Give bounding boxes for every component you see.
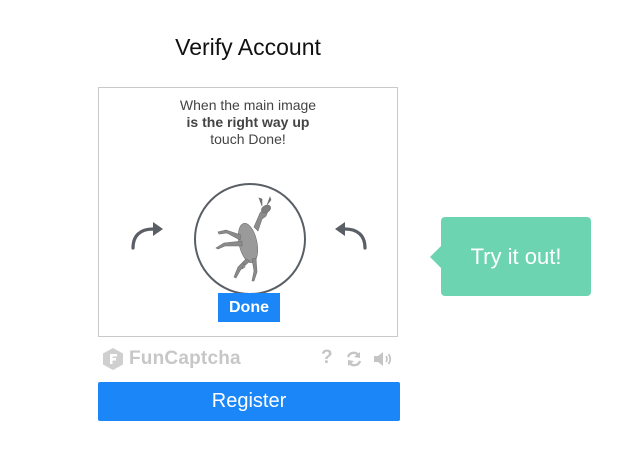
funcaptcha-logo-icon <box>103 348 123 370</box>
try-it-out-tooltip: Try it out! <box>430 217 591 296</box>
rotate-right-button[interactable] <box>331 215 371 255</box>
rotatable-image <box>194 183 306 295</box>
instruction-line-3: touch Done! <box>210 131 286 147</box>
help-icon[interactable]: ? <box>321 347 333 369</box>
rotate-right-arrow-icon <box>335 222 367 250</box>
instruction-line-1: When the main image <box>179 97 317 113</box>
rotate-left-button[interactable] <box>127 215 167 255</box>
captcha-footer: FunCaptcha ? <box>98 345 398 373</box>
reload-icon[interactable] <box>344 349 364 369</box>
tooltip-pointer <box>430 246 441 268</box>
challenge-instructions: When the main image is the right way up … <box>99 97 397 148</box>
done-button[interactable]: Done <box>218 293 280 322</box>
page-title: Verify Account <box>175 34 321 60</box>
captcha-card: When the main image is the right way up … <box>98 87 398 337</box>
instruction-line-2: is the right way up <box>186 114 310 130</box>
deer-image <box>215 196 272 282</box>
rotate-left-arrow-icon <box>131 222 163 250</box>
funcaptcha-brand: FunCaptcha <box>129 348 241 369</box>
audio-icon[interactable] <box>372 349 394 369</box>
register-button[interactable]: Register <box>98 382 400 421</box>
tooltip-text: Try it out! <box>470 243 562 269</box>
